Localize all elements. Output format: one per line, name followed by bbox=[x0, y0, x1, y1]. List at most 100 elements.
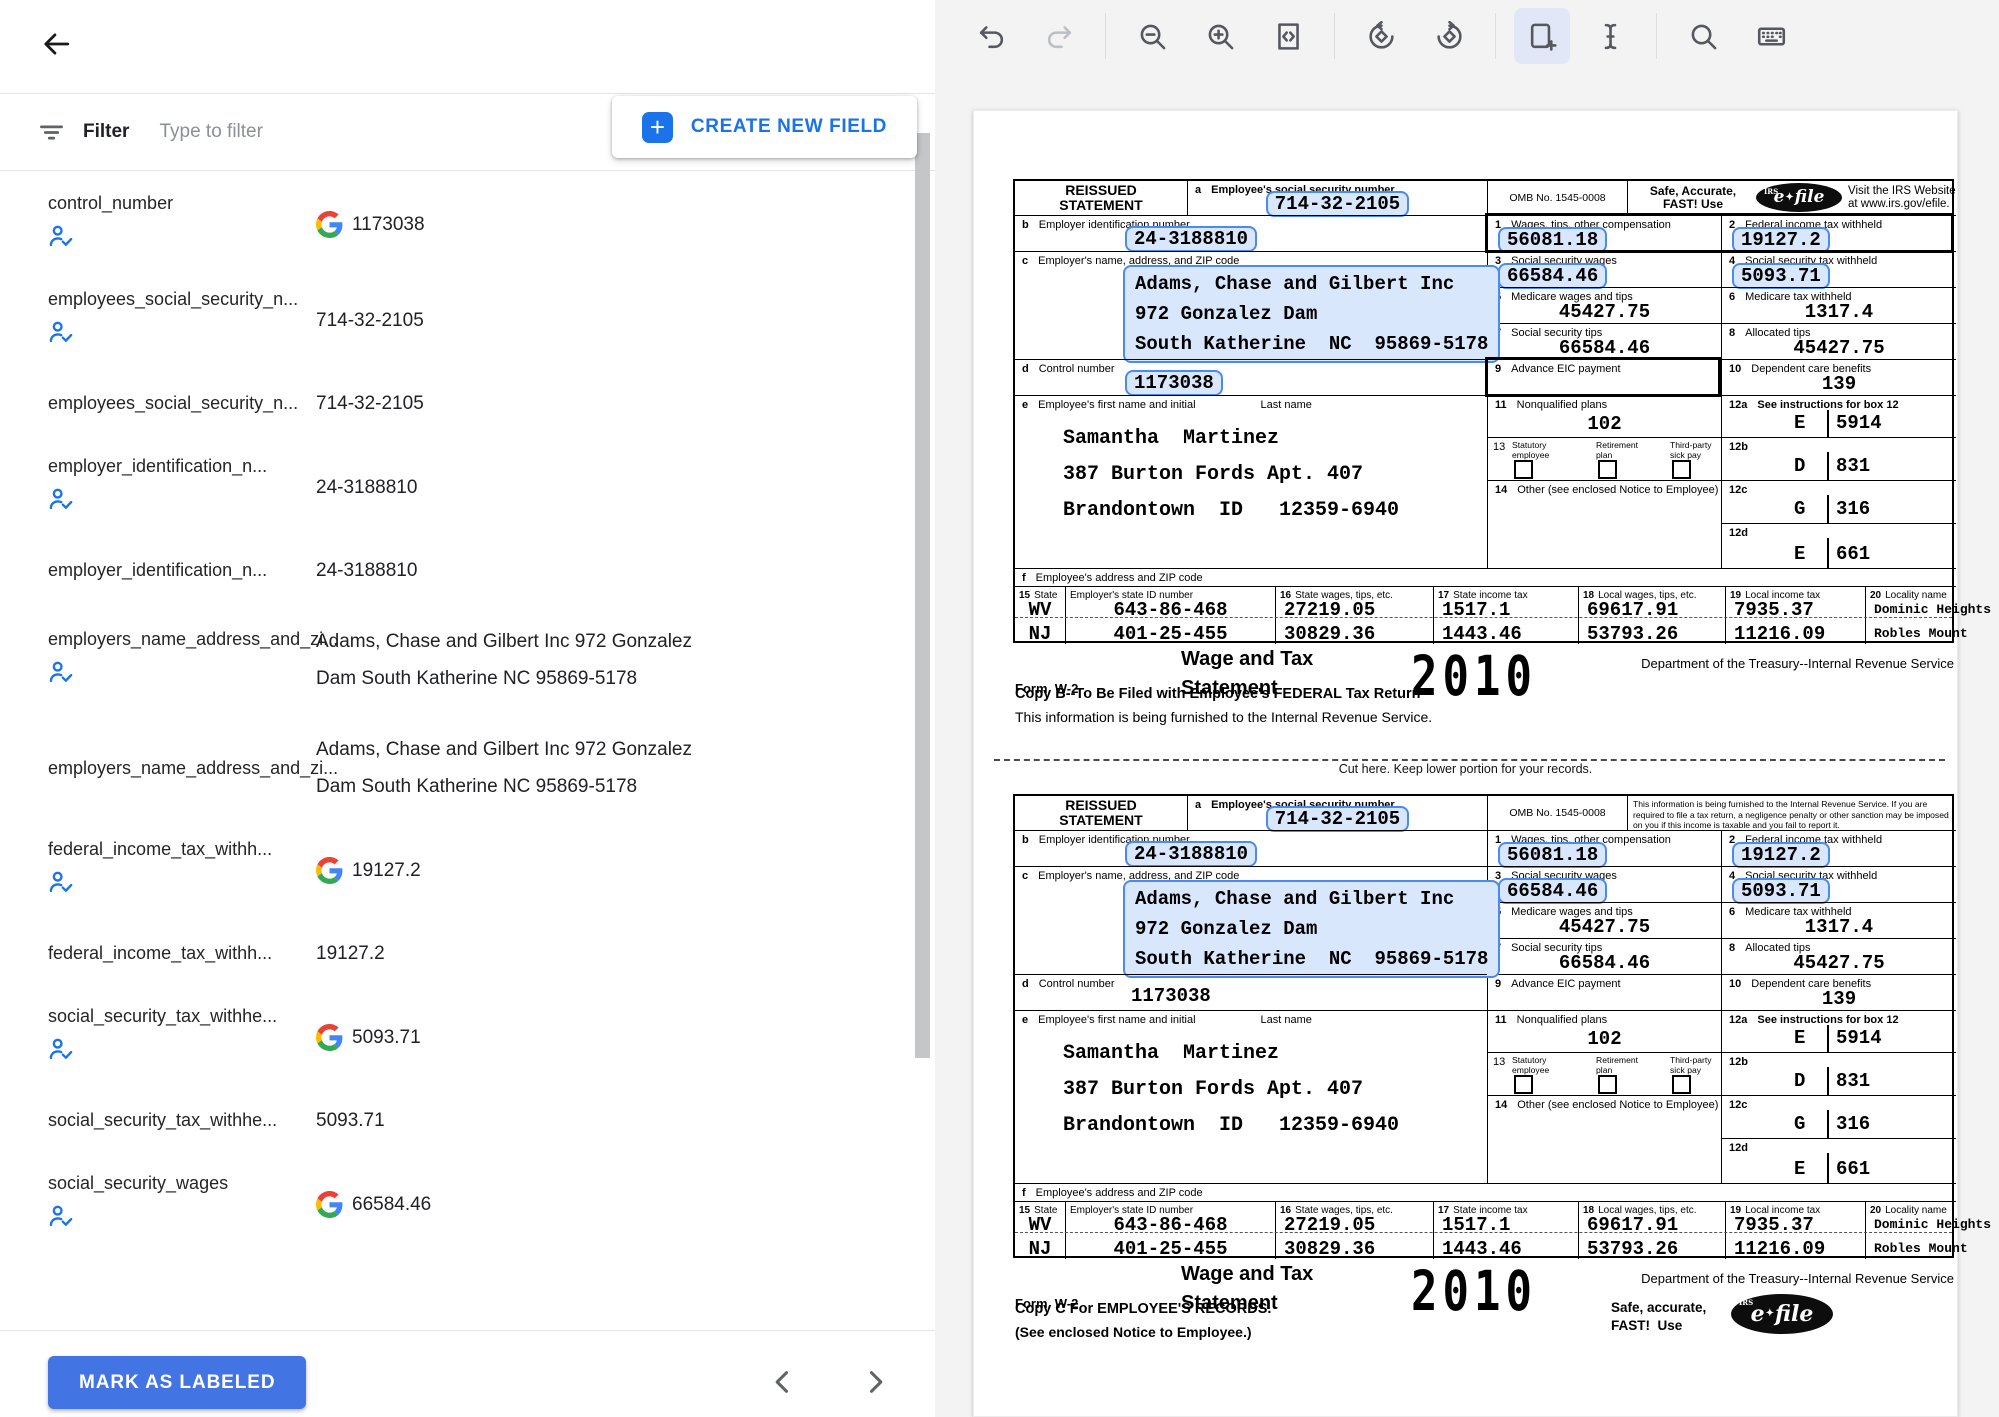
google-logo-icon bbox=[316, 1191, 343, 1218]
state-col-16: 16State wages, tips, etc.27219.0530829.3… bbox=[1275, 586, 1433, 644]
labeled-value-highlight[interactable]: 714-32-2105 bbox=[1266, 806, 1409, 832]
labeled-value-highlight[interactable]: 66584.46 bbox=[1498, 878, 1607, 904]
state-col-20: 20Locality nameDominic HeightsRobles Mou… bbox=[1865, 1201, 1956, 1259]
labeled-value-highlight[interactable]: 5093.71 bbox=[1732, 878, 1830, 904]
zoom-in-button[interactable] bbox=[1192, 8, 1248, 64]
checkbox[interactable] bbox=[1598, 1075, 1617, 1094]
redo-button[interactable] bbox=[1031, 8, 1087, 64]
keyboard-shortcuts-button[interactable] bbox=[1743, 8, 1799, 64]
previous-document-button[interactable] bbox=[760, 1359, 806, 1405]
labeled-value-highlight[interactable]: 19127.2 bbox=[1732, 227, 1830, 253]
box-4: 4Social security tax withheld5093.71 bbox=[1721, 866, 1956, 902]
document-page[interactable]: REISSUEDSTATEMENTaEmployee's social secu… bbox=[973, 110, 1958, 1417]
field-info: employees_social_security_n... bbox=[48, 393, 316, 414]
field-row[interactable]: employer_identification_n...24-3188810 bbox=[0, 535, 912, 606]
box-1-value[interactable]: 56081.18 bbox=[1498, 842, 1607, 868]
zoom-out-button[interactable] bbox=[1124, 8, 1180, 64]
fit-page-icon bbox=[1273, 21, 1304, 52]
box-6-value: 1317.4 bbox=[1722, 301, 1956, 323]
code-amount-divider bbox=[1827, 1025, 1829, 1052]
mark-as-labeled-button[interactable]: MARK AS LABELED bbox=[48, 1356, 306, 1409]
select-text-button[interactable] bbox=[1582, 8, 1638, 64]
box-14: 14Other (see enclosed Notice to Employee… bbox=[1487, 480, 1721, 568]
human-verified-icon bbox=[48, 486, 75, 513]
box-label: fEmployee's address and ZIP code bbox=[1015, 569, 1956, 584]
back-button[interactable] bbox=[32, 20, 80, 68]
labeled-value-highlight[interactable]: 714-32-2105 bbox=[1266, 191, 1409, 217]
box-label-text: Employee's first name and initial bbox=[1038, 1014, 1195, 1026]
tax-year: 2010 bbox=[1411, 1260, 1537, 1324]
box-1-value[interactable]: 56081.18 bbox=[1498, 227, 1607, 253]
ein-value[interactable]: 24-3188810 bbox=[1125, 226, 1257, 252]
box-1: 1Wages, tips, other compensation56081.18 bbox=[1487, 830, 1721, 866]
employer-address-value[interactable]: Adams, Chase and Gilbert Inc972 Gonzalez… bbox=[1123, 880, 1500, 978]
field-row[interactable]: control_number1173038 bbox=[0, 176, 912, 272]
box-13: 13Statutory employeeRetirement planThird… bbox=[1487, 437, 1721, 480]
labeled-value-highlight[interactable]: 5093.71 bbox=[1732, 263, 1830, 289]
field-row[interactable]: social_security_wages66584.46 bbox=[0, 1156, 912, 1252]
labeled-value-highlight[interactable]: 1173038 bbox=[1125, 370, 1223, 396]
fit-page-button[interactable] bbox=[1260, 8, 1316, 64]
box-12b: 12bD831 bbox=[1721, 1052, 1956, 1095]
draw-bounding-box-button[interactable] bbox=[1514, 8, 1570, 64]
field-row[interactable]: federal_income_tax_withh...19127.2 bbox=[0, 918, 912, 989]
box-number: 14 bbox=[1495, 1099, 1507, 1111]
labeled-value-highlight[interactable]: 56081.18 bbox=[1498, 227, 1607, 253]
box-2-value[interactable]: 19127.2 bbox=[1732, 227, 1830, 253]
undo-button[interactable] bbox=[963, 8, 1019, 64]
ssn-value[interactable]: 714-32-2105 bbox=[1188, 191, 1487, 217]
checkbox[interactable] bbox=[1672, 1075, 1691, 1094]
control-number-value[interactable]: 1173038 bbox=[1125, 370, 1223, 396]
field-value-text: 24-3188810 bbox=[316, 469, 417, 506]
labeled-value-highlight[interactable]: 24-3188810 bbox=[1125, 841, 1257, 867]
ein-value[interactable]: 24-3188810 bbox=[1125, 841, 1257, 867]
labeled-value-highlight[interactable]: Adams, Chase and Gilbert Inc972 Gonzalez… bbox=[1123, 880, 1500, 978]
checkbox[interactable] bbox=[1598, 460, 1617, 479]
labeled-value-highlight[interactable]: Adams, Chase and Gilbert Inc972 Gonzalez… bbox=[1123, 265, 1500, 363]
box-c-employer: cEmployer's name, address, and ZIP codeA… bbox=[1015, 251, 1487, 359]
box-4-value[interactable]: 5093.71 bbox=[1732, 878, 1830, 904]
header-right-box: This information is being furnished to t… bbox=[1627, 796, 1956, 830]
checkbox[interactable] bbox=[1514, 1075, 1533, 1094]
field-row[interactable]: employees_social_security_n...714-32-210… bbox=[0, 272, 912, 368]
treasury-department-text: Department of the Treasury--Internal Rev… bbox=[1641, 1271, 1954, 1286]
box-3-value[interactable]: 66584.46 bbox=[1498, 263, 1607, 289]
search-button[interactable] bbox=[1675, 8, 1731, 64]
safe-accurate-footer: Safe, accurate,FAST! Use bbox=[1611, 1299, 1706, 1335]
box-label: 9Advance EIC payment bbox=[1488, 975, 1721, 990]
field-row[interactable]: social_security_tax_withhe...5093.71 bbox=[0, 989, 912, 1085]
field-row[interactable]: employees_social_security_n...714-32-210… bbox=[0, 368, 912, 439]
checkbox[interactable] bbox=[1672, 460, 1691, 479]
box-label: 14 Other (see enclosed Notice to Employee… bbox=[1488, 1096, 1721, 1111]
employer-address-value[interactable]: Adams, Chase and Gilbert Inc972 Gonzalez… bbox=[1123, 265, 1500, 363]
field-row[interactable]: employer_identification_n...24-3188810 bbox=[0, 439, 912, 535]
box-2-value[interactable]: 19127.2 bbox=[1732, 842, 1830, 868]
scrollbar-thumb[interactable] bbox=[915, 133, 930, 1058]
box-3-value[interactable]: 66584.46 bbox=[1498, 878, 1607, 904]
code-amount-divider bbox=[1827, 538, 1829, 568]
field-info: employer_identification_n... bbox=[48, 560, 316, 581]
field-row[interactable]: employers_name_address_and_zi...Adams, C… bbox=[0, 714, 912, 822]
labeled-value-highlight[interactable]: 19127.2 bbox=[1732, 842, 1830, 868]
field-row[interactable]: employers_name_address_and_zi...Adams, C… bbox=[0, 606, 912, 714]
viewer-toolbar bbox=[957, 6, 1805, 66]
filter-input[interactable] bbox=[159, 121, 409, 143]
rotate-right-button[interactable] bbox=[1421, 8, 1477, 64]
box-f: fEmployee's address and ZIP code bbox=[1015, 1183, 1956, 1201]
labeled-value-highlight[interactable]: 56081.18 bbox=[1498, 842, 1607, 868]
labeled-value-highlight[interactable]: 66584.46 bbox=[1498, 263, 1607, 289]
field-row[interactable]: federal_income_tax_withh...19127.2 bbox=[0, 822, 912, 918]
box-e-employee: eEmployee's first name and initialLast n… bbox=[1015, 395, 1487, 568]
toolbar-separator bbox=[1334, 13, 1335, 59]
next-document-button[interactable] bbox=[852, 1359, 898, 1405]
ssn-value[interactable]: 714-32-2105 bbox=[1188, 806, 1487, 832]
box-12a: 12aSee instructions for box 12E5914 bbox=[1721, 395, 1956, 437]
rotate-left-button[interactable] bbox=[1353, 8, 1409, 64]
checkbox[interactable] bbox=[1514, 460, 1533, 479]
box-5: 5Medicare wages and tips45427.75 bbox=[1487, 287, 1721, 323]
field-row[interactable]: social_security_tax_withhe...5093.71 bbox=[0, 1085, 912, 1156]
create-new-field-button[interactable]: + CREATE NEW FIELD bbox=[612, 96, 917, 158]
labeled-value-highlight[interactable]: 24-3188810 bbox=[1125, 226, 1257, 252]
box-4-value[interactable]: 5093.71 bbox=[1732, 263, 1830, 289]
box-label-text: Other (see enclosed Notice to Employee) bbox=[1517, 1099, 1718, 1111]
